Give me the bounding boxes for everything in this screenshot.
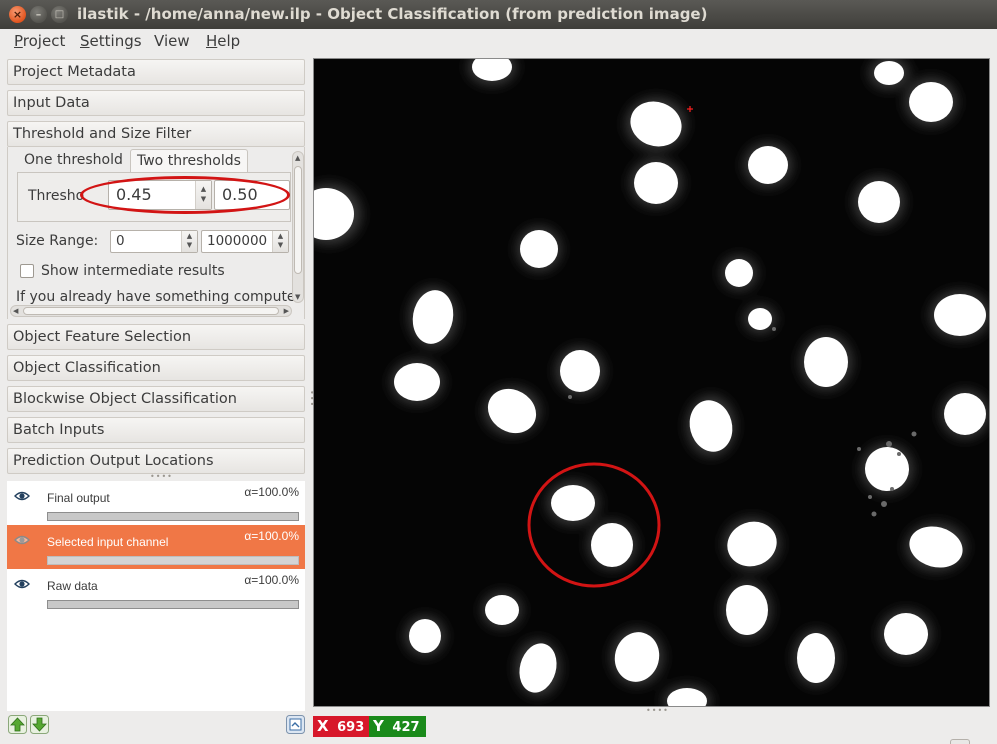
layer-opacity-bar[interactable] [47, 556, 299, 565]
applet-project-metadata[interactable]: Project Metadata [7, 59, 305, 85]
threshold-applet-content: One threshold Two thresholds Thresho 0.4… [7, 147, 305, 319]
menu-settings[interactable]: Settings [80, 32, 142, 50]
layer-opacity: α=100.0% [244, 529, 299, 543]
size-max-input[interactable]: 1000000 ▲ ▼ [201, 230, 289, 253]
move-layer-down-button[interactable] [30, 715, 49, 734]
menu-project[interactable]: Project [14, 32, 65, 50]
menu-project-label: roject [22, 32, 66, 50]
menu-bar: Project Settings View Help [0, 29, 997, 54]
layer-opacity: α=100.0% [244, 573, 299, 587]
eye-icon[interactable] [14, 578, 30, 590]
show-intermediate-label[interactable]: Show intermediate results [41, 263, 225, 279]
eye-icon[interactable] [14, 534, 30, 546]
title-bar: × – □ ilastik - /home/anna/new.ilp - Obj… [0, 0, 997, 29]
layer-name: Raw data [47, 579, 98, 593]
scroll-right-icon[interactable]: ▶ [284, 307, 289, 315]
scroll-down-icon[interactable]: ▼ [295, 293, 300, 301]
size-range-label: Size Range: [16, 233, 99, 249]
y-coordinate-label: Y [373, 717, 384, 735]
x-coordinate-readout: X 693 [313, 716, 369, 737]
minimize-window-button[interactable]: – [30, 6, 47, 23]
threshold-annotation-oval [80, 176, 290, 214]
y-coordinate-value: 427 [392, 720, 420, 735]
layer-opacity-bar[interactable] [47, 512, 299, 521]
layer-opacity: α=100.0% [244, 485, 299, 499]
applet-blockwise-object-classification[interactable]: Blockwise Object Classification [7, 386, 305, 412]
layer-options-icon [286, 715, 305, 734]
menu-settings-mnemonic: S [80, 32, 90, 50]
size-min-stepper[interactable]: ▲ ▼ [181, 231, 197, 252]
move-layer-up-button[interactable] [8, 715, 27, 734]
faint-debris-layer [568, 327, 917, 517]
layer-options-button[interactable] [286, 715, 305, 734]
spin-down-icon[interactable]: ▼ [273, 241, 288, 250]
nuclei-image [314, 59, 989, 706]
status-bar-handle[interactable] [950, 739, 970, 744]
horizontal-scroll-thumb[interactable] [23, 307, 279, 315]
menu-help-mnemonic: H [206, 32, 218, 50]
show-intermediate-checkbox[interactable] [20, 264, 34, 278]
spin-up-icon[interactable]: ▲ [273, 232, 288, 241]
layer-raw-data[interactable]: Raw data α=100.0% [7, 569, 305, 613]
menu-view-label: iew [163, 32, 190, 50]
size-max-stepper[interactable]: ▲ ▼ [272, 231, 288, 252]
nuclei-annotation-circle [527, 462, 661, 588]
size-min-value: 0 [116, 233, 125, 249]
layer-name: Selected input channel [47, 535, 169, 549]
size-min-input[interactable]: 0 ▲ ▼ [110, 230, 198, 253]
image-viewer[interactable] [313, 58, 990, 707]
threshold-label: Thresho [28, 188, 85, 204]
menu-settings-label: ettings [89, 32, 142, 50]
spin-up-icon[interactable]: ▲ [182, 232, 197, 241]
menu-view-initial: V [154, 32, 164, 50]
y-coordinate-readout: Y 427 [369, 716, 426, 737]
layer-name: Final output [47, 491, 110, 505]
layer-opacity-bar[interactable] [47, 600, 299, 609]
x-coordinate-label: X [317, 717, 329, 735]
applet-batch-inputs[interactable]: Batch Inputs [7, 417, 305, 443]
computed-hint-text: If you already have something computed, [16, 289, 298, 305]
cursor-crosshair-icon [687, 106, 693, 112]
layer-list: Final output α=100.0% Selected input cha… [7, 481, 305, 711]
nuclei-layer [314, 59, 986, 706]
move-layer-down-icon [30, 715, 49, 734]
left-splitter-handle[interactable]: •••• [150, 472, 173, 481]
x-coordinate-value: 693 [337, 720, 365, 735]
tab-two-thresholds[interactable]: Two thresholds [130, 149, 248, 173]
applet-input-data[interactable]: Input Data [7, 90, 305, 116]
window-title: ilastik - /home/anna/new.ilp - Object Cl… [77, 5, 708, 23]
menu-help-label: elp [217, 32, 241, 50]
applet-horizontal-scrollbar[interactable]: ◀ ▶ [10, 305, 292, 317]
size-max-value: 1000000 [207, 233, 268, 249]
eye-icon[interactable] [14, 490, 30, 502]
maximize-window-button[interactable]: □ [51, 6, 68, 23]
scroll-left-icon[interactable]: ◀ [13, 307, 18, 315]
applet-vertical-scrollbar[interactable]: ▲ ▼ [292, 151, 304, 303]
vertical-scroll-thumb[interactable] [294, 166, 302, 274]
spin-down-icon[interactable]: ▼ [182, 241, 197, 250]
applet-prediction-output-locations[interactable]: Prediction Output Locations [7, 448, 305, 474]
applet-object-feature-selection[interactable]: Object Feature Selection [7, 324, 305, 350]
tab-one-threshold[interactable]: One threshold [18, 149, 129, 173]
viewer-splitter-handle[interactable]: •••• [646, 706, 669, 715]
close-window-button[interactable]: × [9, 6, 26, 23]
menu-view[interactable]: View [154, 32, 190, 50]
layer-selected-input-channel[interactable]: Selected input channel α=100.0% [7, 525, 305, 569]
applet-object-classification[interactable]: Object Classification [7, 355, 305, 381]
menu-project-mnemonic: P [14, 32, 23, 50]
layer-final-output[interactable]: Final output α=100.0% [7, 481, 305, 525]
move-layer-up-icon [8, 715, 27, 734]
applet-threshold-size-filter[interactable]: Threshold and Size Filter [7, 121, 305, 147]
scroll-up-icon[interactable]: ▲ [295, 154, 300, 162]
menu-help[interactable]: Help [206, 32, 240, 50]
